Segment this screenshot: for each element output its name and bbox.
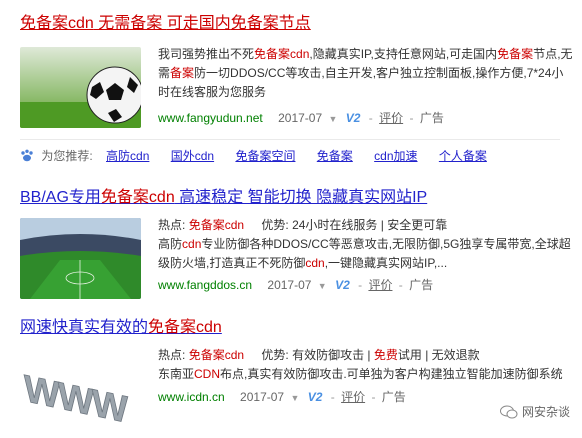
dropdown-arrow-icon[interactable]: ▼: [290, 393, 299, 403]
highlighted-keyword: 免备案cdn: [254, 47, 310, 61]
result-date: 2017-07: [240, 390, 285, 404]
v2-credit-icon[interactable]: V2: [346, 108, 361, 128]
highlighted-keyword: cdn: [182, 237, 202, 251]
v2-credit-icon[interactable]: V2: [308, 387, 323, 407]
recommend-link[interactable]: 免备案空间: [235, 149, 295, 163]
text-segment: 网速快真实有效的: [20, 319, 149, 336]
hot-label: 热点:: [158, 218, 186, 232]
result-date: 2017-07: [278, 111, 323, 125]
highlighted-keyword: 免备案cdn: [20, 15, 94, 32]
separator: -: [398, 278, 403, 292]
hot-line: 热点: 免备案cdn 优势: 24小时在线服务 | 安全更可靠: [158, 216, 575, 235]
watermark-text: 网安杂谈: [521, 405, 570, 419]
advantage-text: 24小时在线服务 | 安全更可靠: [292, 218, 448, 232]
recommend-link[interactable]: 个人备案: [439, 149, 487, 163]
text-segment: 可走国内: [166, 15, 231, 32]
separator: -: [358, 278, 363, 292]
rating-link[interactable]: 评价: [341, 390, 365, 404]
advantage-text-2: 试用 | 无效退款: [397, 348, 480, 362]
wechat-icon: [499, 405, 518, 419]
result-title[interactable]: BB/AG专用免备案cdn 高速稳定 智能切换 隐藏真实网站IP: [20, 188, 575, 208]
text-segment: 东南亚: [158, 367, 195, 381]
result-description: 热点: 免备案cdn 优势: 有效防御攻击 | 免费试用 | 无效退款 东南亚C…: [158, 346, 575, 408]
advantage-label: 优势:: [261, 348, 289, 362]
search-result-3: 网速快真实有效的免备案cdn W W W 热点: 免备案cdn 优势: 有效防御…: [20, 318, 575, 429]
v2-credit-icon[interactable]: V2: [335, 275, 350, 295]
recommend-link[interactable]: 免备案: [317, 149, 353, 163]
description-text: 高防cdn专业防御各种DDOS/CC等恶意攻击,无限防御,5G独享专属带宽,全球…: [158, 235, 575, 273]
watermark: 网安杂谈: [499, 403, 570, 420]
separator: -: [368, 111, 373, 125]
recommend-link[interactable]: cdn加速: [374, 149, 417, 163]
recommend-link[interactable]: 国外cdn: [171, 149, 214, 163]
highlighted-keyword: 免备案: [230, 15, 279, 32]
ad-label: 广告: [419, 111, 444, 125]
text-segment: 高防: [158, 237, 183, 251]
result-url[interactable]: www.fangyudun.net: [158, 111, 263, 125]
result-title[interactable]: 网速快真实有效的免备案cdn: [20, 318, 575, 338]
result-description: 我司强势推出不死免备案cdn,隐藏真实IP,支持任意网站,可走国内免备案节点,无…: [158, 45, 575, 129]
highlighted-keyword: 备案: [170, 66, 195, 80]
hot-keyword-link[interactable]: 免备案cdn: [189, 348, 244, 362]
rating-link[interactable]: 评价: [379, 111, 403, 125]
hot-keyword-link[interactable]: 免备案cdn: [189, 218, 244, 232]
svg-text:W: W: [92, 382, 129, 429]
recommend-label: 为您推荐:: [41, 149, 93, 163]
text-segment: 高速稳定 智能切换 隐藏真实网站IP: [174, 189, 428, 206]
separator: -: [409, 111, 414, 125]
text-segment: 防一切DDOS/CC等攻击,自主开发,客户独立控制面板,操作方便,7*24小时在…: [158, 66, 564, 99]
soccer-ball-thumbnail[interactable]: [20, 47, 141, 128]
text-segment: ,隐藏真实IP,支持任意网站,可走国内: [309, 47, 498, 61]
recommend-link[interactable]: 高防cdn: [106, 149, 149, 163]
ad-label: 广告: [409, 278, 434, 292]
text-segment: 我司强势推出不死: [158, 47, 255, 61]
advantage-text: 有效防御攻击 |: [292, 348, 374, 362]
text-segment: 无需备案: [93, 15, 167, 32]
free-label: 免费: [373, 348, 398, 362]
hot-line: 热点: 免备案cdn 优势: 有效防御攻击 | 免费试用 | 无效退款: [158, 346, 575, 365]
text-segment: ,一键隐藏真实网站IP,...: [324, 256, 448, 270]
result-url[interactable]: www.fangddos.cn: [158, 278, 252, 292]
separator: -: [330, 390, 335, 404]
text-segment: 布点,真实有效防御攻击.可单独为客户构建独立智能加速防御系统: [220, 367, 563, 381]
result-description: 热点: 免备案cdn 优势: 24小时在线服务 | 安全更可靠 高防cdn专业防…: [158, 216, 575, 296]
text-segment: BB/AG专用: [20, 189, 101, 206]
result-url[interactable]: www.icdn.cn: [158, 390, 225, 404]
stadium-thumbnail[interactable]: [20, 218, 141, 299]
hot-label: 热点:: [158, 348, 186, 362]
result-meta: www.fangddos.cn 2017-07 ▼ V2 - 评价 - 广告: [158, 275, 575, 296]
advantage-label: 优势:: [261, 218, 289, 232]
result-title[interactable]: 免备案cdn 无需备案 可走国内免备案节点: [20, 14, 575, 34]
svg-text:W: W: [58, 374, 95, 424]
dropdown-arrow-icon[interactable]: ▼: [318, 281, 327, 291]
ad-label: 广告: [381, 390, 406, 404]
recommend-bar: 为您推荐: 高防cdn 国外cdn 免备案空间 免备案 cdn加速 个人备案: [20, 141, 575, 171]
description-text: 我司强势推出不死免备案cdn,隐藏真实IP,支持任意网站,可走国内免备案节点,无…: [158, 45, 575, 102]
description-text: 东南亚CDN布点,真实有效防御攻击.可单独为客户构建独立智能加速防御系统: [158, 365, 575, 384]
separator: -: [371, 390, 376, 404]
svg-text:W: W: [24, 367, 61, 417]
cropped-top-strip: [0, 0, 582, 6]
highlighted-keyword: 免备案cdn: [100, 189, 175, 206]
paw-icon: [21, 149, 33, 162]
result-date: 2017-07: [267, 278, 312, 292]
search-result-2: BB/AG专用免备案cdn 高速稳定 智能切换 隐藏真实网站IP 热点: 免备案…: [20, 188, 575, 299]
result-meta: www.fangyudun.net 2017-07 ▼ V2 - 评价 - 广告: [158, 108, 575, 129]
highlighted-keyword: 免备案: [497, 47, 534, 61]
highlighted-keyword: CDN: [194, 367, 221, 381]
dropdown-arrow-icon[interactable]: ▼: [328, 114, 337, 124]
www-thumbnail[interactable]: W W W: [20, 348, 141, 429]
highlighted-keyword: cdn: [305, 256, 325, 270]
rating-link[interactable]: 评价: [368, 278, 392, 292]
text-segment: 节点: [278, 15, 311, 32]
divider: [20, 139, 560, 140]
highlighted-keyword: 免备案cdn: [148, 319, 222, 336]
search-result-1: 免备案cdn 无需备案 可走国内免备案节点 我司强势推出不死免备案cdn,隐藏真…: [20, 14, 575, 128]
